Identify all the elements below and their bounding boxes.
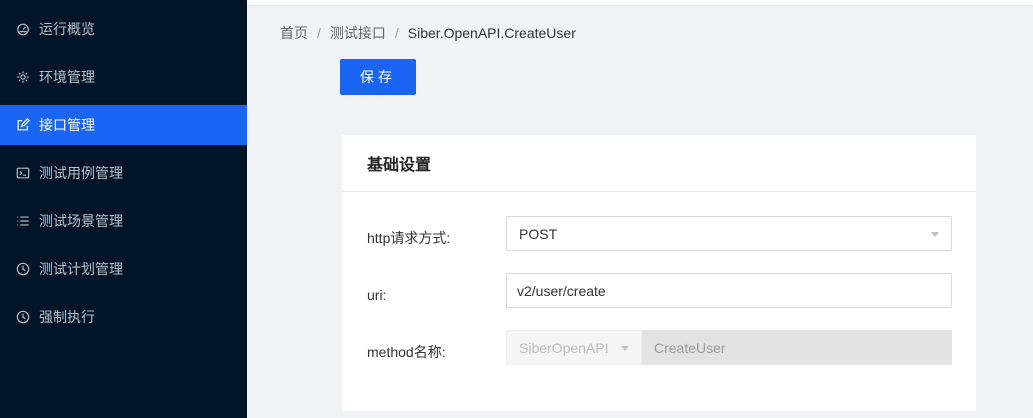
basic-settings-card: 基础设置 http请求方式: POST uri: method名称: Siber… bbox=[342, 135, 976, 411]
sidebar: 运行概览 环境管理 接口管理 测试用例管理 测试场景管理 测试计划管理 强制执行 bbox=[0, 0, 247, 418]
uri-input[interactable] bbox=[506, 273, 952, 308]
gear-icon bbox=[15, 69, 31, 85]
breadcrumb-api-list[interactable]: 测试接口 bbox=[330, 23, 386, 43]
clock-icon bbox=[15, 309, 31, 325]
sidebar-item-force-run[interactable]: 强制执行 bbox=[0, 297, 247, 337]
sidebar-item-label: 测试场景管理 bbox=[39, 213, 123, 229]
breadcrumb-separator: / bbox=[317, 25, 321, 41]
sidebar-item-environment[interactable]: 环境管理 bbox=[0, 57, 247, 97]
chevron-down-icon bbox=[931, 232, 939, 237]
http-method-select[interactable]: POST bbox=[506, 216, 952, 251]
service-value: SiberOpenAPI bbox=[519, 339, 609, 356]
breadcrumb-home[interactable]: 首页 bbox=[280, 23, 308, 43]
breadcrumb-separator: / bbox=[394, 25, 399, 41]
sidebar-item-label: 强制执行 bbox=[39, 309, 95, 325]
sidebar-item-label: 测试用例管理 bbox=[39, 165, 123, 181]
sidebar-item-overview[interactable]: 运行概览 bbox=[0, 9, 247, 49]
sidebar-item-label: 测试计划管理 bbox=[39, 261, 123, 277]
sidebar-item-api[interactable]: 接口管理 bbox=[0, 105, 247, 145]
sidebar-item-label: 运行概览 bbox=[39, 21, 95, 37]
sidebar-item-scenario[interactable]: 测试场景管理 bbox=[0, 201, 247, 241]
top-header bbox=[247, 0, 1033, 5]
dashboard-icon bbox=[15, 21, 31, 37]
clock-icon bbox=[15, 261, 31, 277]
method-name-input: CreateUser bbox=[642, 330, 952, 365]
list-icon bbox=[15, 213, 31, 229]
terminal-icon bbox=[15, 165, 31, 181]
service-select: SiberOpenAPI bbox=[506, 330, 642, 365]
uri-label: uri: bbox=[367, 287, 387, 303]
sidebar-item-label: 环境管理 bbox=[39, 69, 95, 85]
sidebar-item-plan[interactable]: 测试计划管理 bbox=[0, 249, 247, 289]
card-title: 基础设置 bbox=[342, 135, 976, 192]
breadcrumb-current: Siber.OpenAPI.CreateUser bbox=[407, 25, 576, 41]
method-name-group: SiberOpenAPI CreateUser bbox=[506, 330, 952, 365]
sidebar-item-testcase[interactable]: 测试用例管理 bbox=[0, 153, 247, 193]
sidebar-item-label: 接口管理 bbox=[39, 117, 95, 133]
http-method-label: http请求方式: bbox=[367, 230, 451, 246]
breadcrumb: 首页 / 测试接口 / Siber.OpenAPI.CreateUser bbox=[280, 23, 576, 43]
save-button[interactable]: 保存 bbox=[340, 59, 416, 95]
chevron-down-icon bbox=[621, 346, 629, 351]
method-name-label: method名称: bbox=[367, 344, 446, 360]
http-method-value: POST bbox=[519, 225, 558, 242]
edit-icon bbox=[15, 117, 31, 133]
